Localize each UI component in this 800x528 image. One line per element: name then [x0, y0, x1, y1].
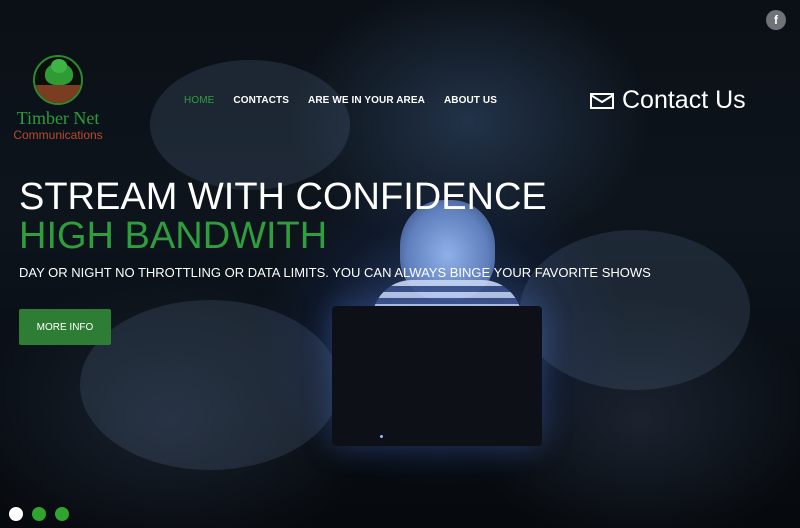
nav-item-home[interactable]: HOME: [184, 95, 214, 106]
more-info-button[interactable]: MORE INFO: [19, 309, 111, 345]
contact-us-link[interactable]: Contact Us: [590, 86, 746, 115]
nav-item-about-us[interactable]: ABOUT US: [444, 95, 497, 106]
background-blanket: [80, 300, 340, 470]
nav-item-contacts[interactable]: CONTACTS: [233, 95, 289, 106]
slider-dot-3[interactable]: [55, 507, 69, 521]
slider-dots: [9, 507, 69, 521]
background-blanket: [520, 230, 750, 390]
hero-subhead: HIGH BANDWITH: [19, 215, 328, 257]
slider-dot-2[interactable]: [32, 507, 46, 521]
slider-dot-1[interactable]: [9, 507, 23, 521]
background-blanket: [150, 60, 350, 190]
hero-headline: STREAM WITH CONFIDENCE: [19, 176, 547, 218]
laptop-led: [380, 435, 383, 438]
brand-name: Timber Net: [16, 108, 100, 128]
laptop: [332, 306, 542, 446]
logo[interactable]: Timber Net Communications: [8, 55, 108, 143]
contact-us-label: Contact Us: [622, 86, 746, 114]
brand-subtitle: Communications: [13, 128, 103, 142]
hero-background-image: [0, 0, 800, 528]
envelope-icon: [590, 92, 614, 109]
hero-tagline: DAY OR NIGHT NO THROTTLING OR DATA LIMIT…: [19, 265, 651, 280]
main-nav: HOME CONTACTS ARE WE IN YOUR AREA ABOUT …: [184, 95, 497, 106]
nav-item-are-we-in-your-area[interactable]: ARE WE IN YOUR AREA: [308, 95, 425, 106]
tree-logo-icon: [33, 55, 83, 105]
facebook-icon[interactable]: f: [766, 10, 786, 30]
